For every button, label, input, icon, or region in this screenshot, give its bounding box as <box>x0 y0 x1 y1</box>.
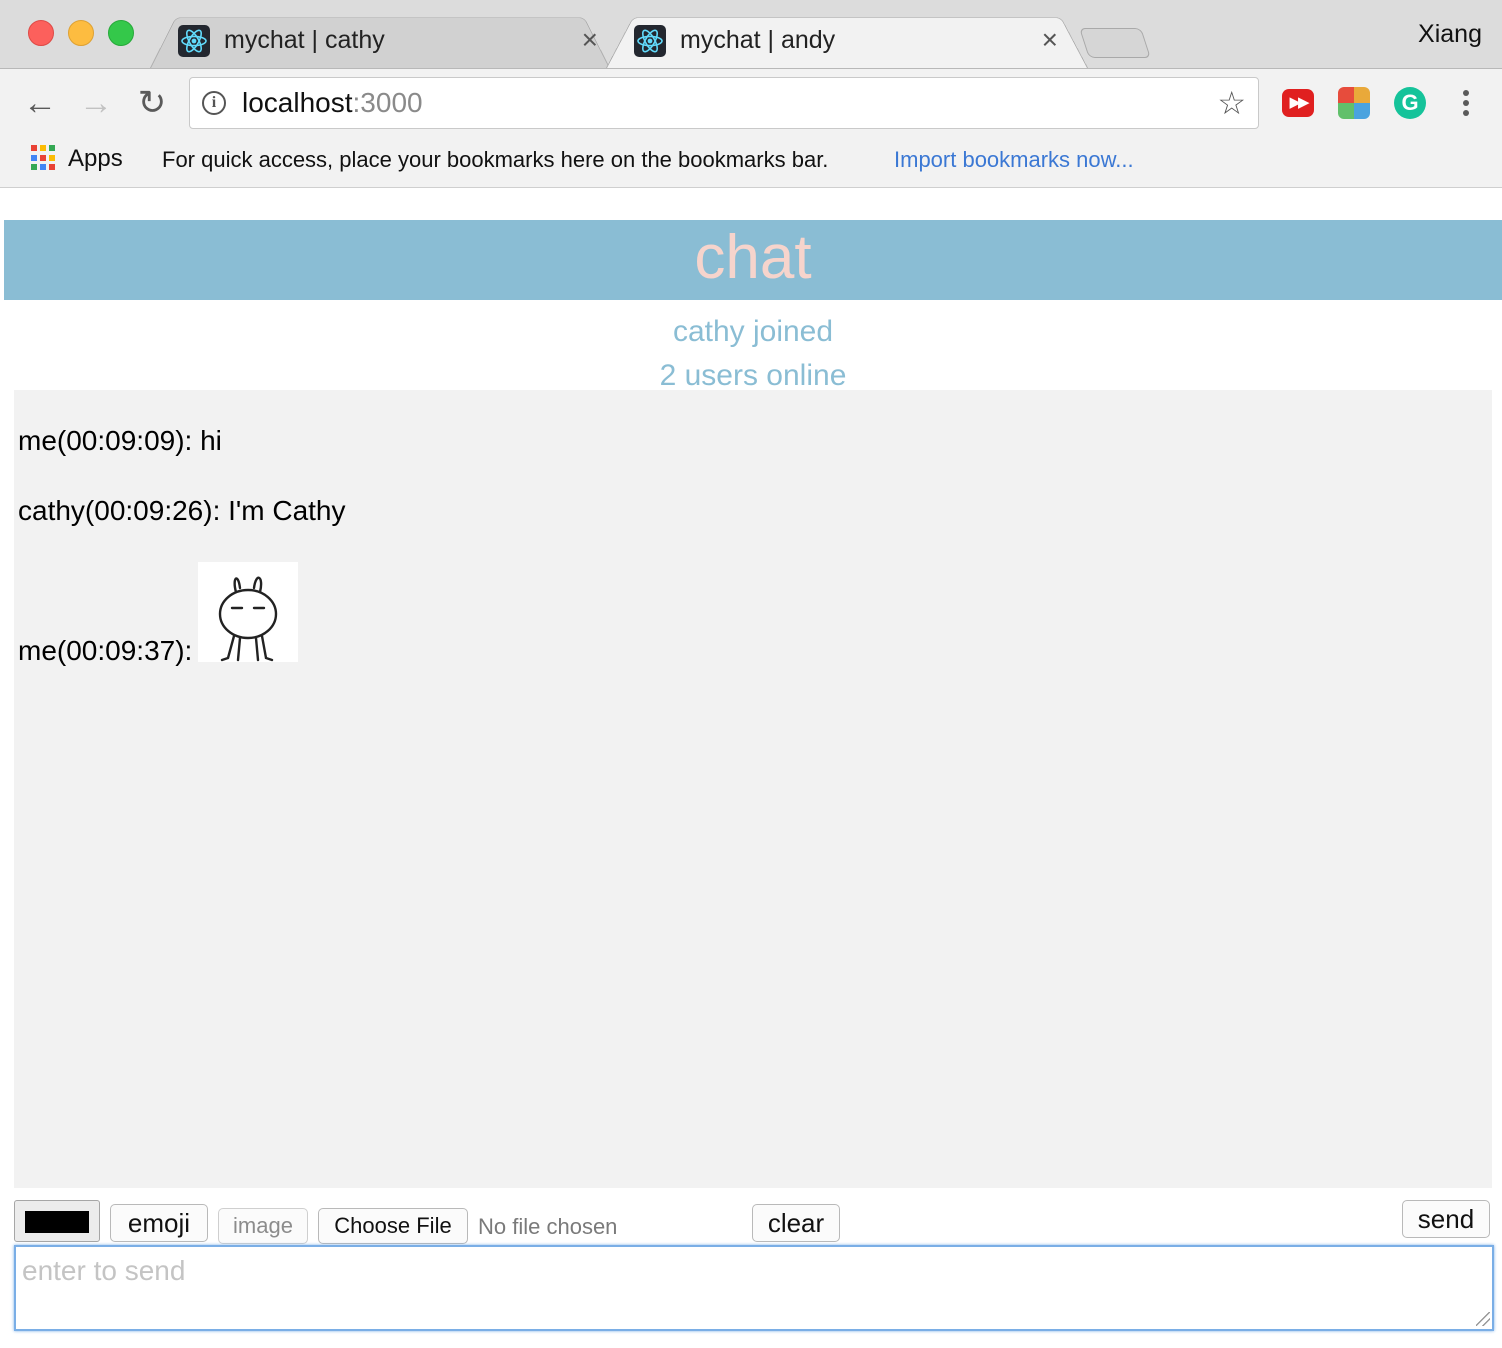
apps-dot <box>49 154 55 161</box>
apps-dot <box>31 164 37 171</box>
apps-shortcut[interactable]: Apps <box>68 145 123 173</box>
chat-page: chat cathy joined 2 users online me(00:0… <box>4 188 1502 1348</box>
react-icon <box>178 25 210 57</box>
bookmarks-hint: For quick access, place your bookmarks h… <box>162 147 829 172</box>
apps-dot <box>40 164 46 171</box>
tab-close-icon[interactable]: × <box>1042 24 1058 56</box>
message-item: me(00:09:09): hi <box>18 424 222 458</box>
chat-controls: emoji image Choose File No file chosen c… <box>4 1198 1502 1244</box>
tab-mychat-andy[interactable]: mychat | andy × <box>606 10 1088 69</box>
choose-file-button[interactable]: Choose File <box>318 1208 468 1244</box>
url-port: :3000 <box>352 87 423 118</box>
apps-grid-icon[interactable] <box>31 145 57 171</box>
bookmarks-bar: Apps For quick access, place your bookma… <box>0 137 1502 188</box>
join-notice: cathy joined <box>672 315 834 348</box>
browser-menu-icon[interactable] <box>1456 87 1476 121</box>
message-item: me(00:09:37): <box>18 634 192 668</box>
file-status: No file chosen <box>478 1214 618 1239</box>
chat-header: chat <box>4 220 1502 300</box>
message-sender-time: me(00:09:09): <box>18 425 201 456</box>
bunny-sticker-image <box>198 562 298 662</box>
address-bar[interactable]: i localhost:3000 ☆ <box>189 77 1259 129</box>
message-list[interactable]: me(00:09:09): hi cathy(00:09:26): I'm Ca… <box>14 390 1492 1188</box>
reload-icon[interactable]: ↻ <box>132 83 172 123</box>
browser-toolbar: ← → ↻ i localhost:3000 ☆ ▶▶ G <box>0 69 1502 137</box>
tab-title: mychat | andy <box>680 26 836 54</box>
emoji-button[interactable]: emoji <box>110 1204 208 1242</box>
minimize-window-button[interactable] <box>68 20 94 46</box>
bookmark-star-icon[interactable]: ☆ <box>1217 84 1246 122</box>
page-title: chat <box>694 223 812 292</box>
info-icon[interactable]: i <box>202 91 226 115</box>
shield-extension-icon[interactable] <box>1338 87 1370 119</box>
youtube-icon[interactable]: ▶▶ <box>1282 89 1314 117</box>
new-tab-button[interactable] <box>1079 28 1151 58</box>
tab-close-icon[interactable]: × <box>582 24 598 56</box>
clear-button[interactable]: clear <box>752 1204 840 1242</box>
tab-title: mychat | cathy <box>224 26 385 54</box>
maximize-window-button[interactable] <box>108 20 134 46</box>
message-sender-time: me(00:09:37): <box>18 635 193 666</box>
resize-handle-icon[interactable] <box>1476 1312 1490 1326</box>
apps-dot <box>31 145 37 151</box>
message-text: hi <box>200 425 222 456</box>
import-bookmarks-link[interactable]: Import bookmarks now... <box>894 147 1134 173</box>
apps-dot <box>40 145 46 151</box>
apps-dot <box>49 145 55 151</box>
message-item: cathy(00:09:26): I'm Cathy <box>18 494 346 528</box>
forward-arrow-icon[interactable]: → <box>76 83 116 123</box>
message-sender-time: cathy(00:09:26): <box>18 495 229 526</box>
message-input[interactable] <box>14 1245 1494 1331</box>
apps-dot <box>31 154 37 161</box>
image-button[interactable]: image <box>218 1208 308 1244</box>
url-host: localhost <box>242 87 353 118</box>
grammarly-icon[interactable]: G <box>1394 87 1426 119</box>
close-window-button[interactable] <box>28 20 54 46</box>
profile-name[interactable]: Xiang <box>1418 20 1482 49</box>
back-arrow-icon[interactable]: ← <box>20 83 60 123</box>
tab-mychat-cathy[interactable]: mychat | cathy × <box>150 10 610 69</box>
apps-dot <box>40 154 46 161</box>
react-icon <box>634 25 666 57</box>
browser-titlebar: mychat | cathy × mychat | andy × Xiang <box>0 0 1502 69</box>
url-text[interactable]: localhost:3000 <box>242 86 423 120</box>
color-picker[interactable] <box>14 1200 100 1242</box>
color-swatch <box>25 1211 89 1233</box>
send-button[interactable]: send <box>1402 1200 1490 1238</box>
message-text: I'm Cathy <box>228 495 346 526</box>
apps-dot <box>49 164 55 171</box>
online-count: 2 users online <box>659 359 847 392</box>
